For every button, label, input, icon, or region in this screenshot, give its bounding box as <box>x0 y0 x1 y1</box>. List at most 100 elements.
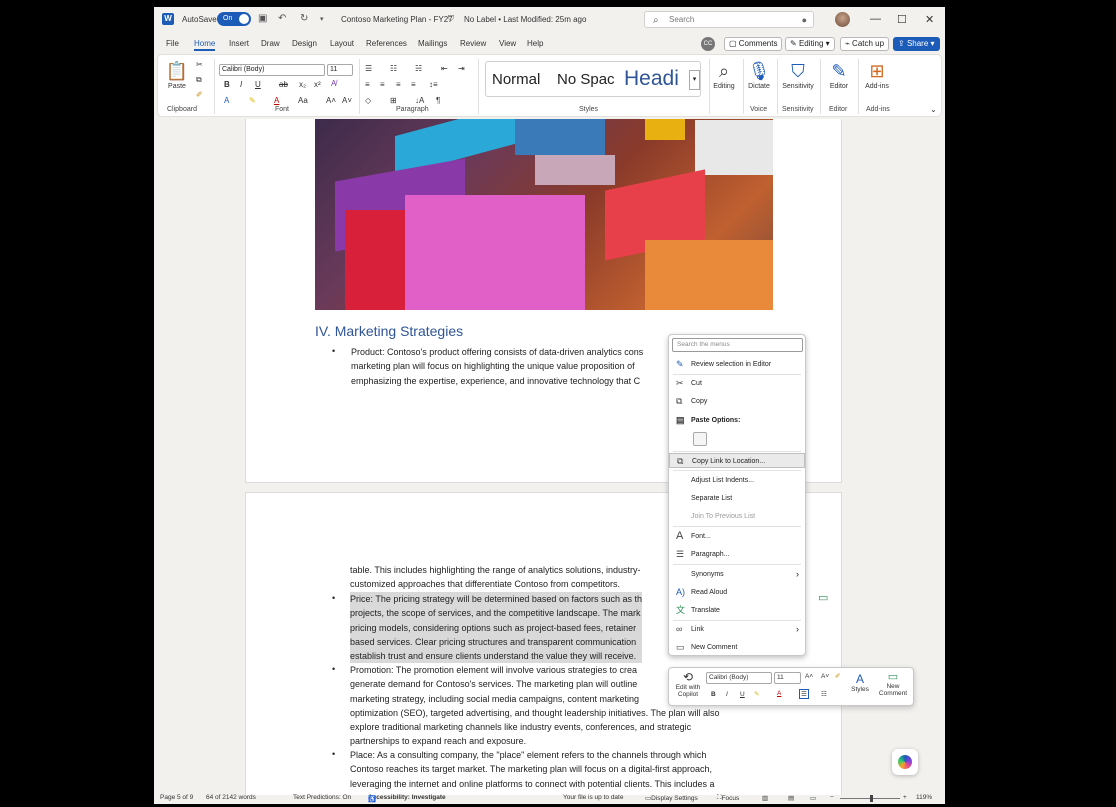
paragraph-place[interactable]: Place: As a consulting company, the "pla… <box>350 748 715 791</box>
menu-copy-link[interactable]: ⧉ Copy Link to Location... <box>669 453 805 468</box>
sensitivity-button[interactable]: ⛉ Sensitivity <box>779 61 817 90</box>
font-color-icon[interactable]: A <box>777 690 781 697</box>
customize-qat-icon[interactable]: ▾ <box>320 15 324 23</box>
grow-font-icon[interactable]: A˄ <box>326 96 336 105</box>
align-right-icon[interactable]: ≡ <box>396 80 401 89</box>
shrink-font-icon[interactable]: A˅ <box>342 96 352 105</box>
tab-home[interactable]: Home <box>194 39 216 51</box>
zoom-level[interactable]: 119% <box>916 794 932 801</box>
change-case-icon[interactable]: Aa <box>298 96 308 105</box>
shading-icon[interactable]: ◇ <box>365 96 371 105</box>
paragraph-price-selected[interactable]: Price: The pricing strategy will be dete… <box>350 592 642 664</box>
numbering-icon[interactable]: ☷ <box>821 690 827 698</box>
zoom-in-icon[interactable]: + <box>903 794 907 801</box>
document-title[interactable]: Contoso Marketing Plan - FY27 <box>341 15 453 24</box>
copilot-icon[interactable]: CC <box>701 37 715 51</box>
menu-separate-list[interactable]: Separate List <box>669 491 805 506</box>
menu-new-comment[interactable]: ▭ New Comment <box>669 640 805 655</box>
highlight-icon[interactable]: ✎ <box>249 96 256 105</box>
multilevel-list-icon[interactable]: ☵ <box>415 64 422 73</box>
italic-icon[interactable]: I <box>726 691 728 698</box>
font-color-icon[interactable]: A <box>274 96 279 105</box>
menu-link[interactable]: ∞ Link › <box>669 622 805 637</box>
highlight-icon[interactable]: ✎ <box>754 690 759 698</box>
tab-mailings[interactable]: Mailings <box>418 39 447 48</box>
tab-references[interactable]: References <box>366 39 407 48</box>
show-marks-icon[interactable]: ¶ <box>436 96 440 105</box>
subscript-icon[interactable]: x₂ <box>299 80 306 89</box>
comments-button[interactable]: ▢ Comments <box>724 37 783 51</box>
mini-font-name-combo[interactable]: Calibri (Body) <box>706 672 772 684</box>
catch-up-button[interactable]: ⌁ Catch up <box>840 37 890 51</box>
print-layout-icon[interactable]: ▤ <box>788 794 794 802</box>
paragraph-promotion[interactable]: Promotion: The promotion element will in… <box>350 663 720 749</box>
editing-mode-button[interactable]: ✎ Editing ▾ <box>785 37 835 51</box>
style-normal[interactable]: Normal <box>492 71 540 88</box>
menu-font[interactable]: A Font... <box>669 529 805 544</box>
text-effects-icon[interactable]: A <box>224 96 229 105</box>
line-spacing-icon[interactable]: ↕≡ <box>429 80 438 89</box>
italic-icon[interactable]: I <box>240 80 242 89</box>
strikethrough-icon[interactable]: ab <box>279 80 288 89</box>
zoom-slider-handle[interactable] <box>870 795 873 802</box>
save-icon[interactable]: ▣ <box>258 13 267 24</box>
decrease-indent-icon[interactable]: ⇤ <box>441 64 448 73</box>
editor-button[interactable]: ✎ Editor <box>824 61 854 90</box>
microphone-icon[interactable]: ● <box>802 13 807 28</box>
read-mode-icon[interactable]: ▥ <box>762 794 768 802</box>
menu-synonyms[interactable]: Synonyms › <box>669 567 805 582</box>
avatar[interactable] <box>835 12 850 27</box>
paste-button[interactable]: 📋 Paste <box>165 61 189 90</box>
collapse-ribbon-icon[interactable]: ⌄ <box>930 105 937 114</box>
style-heading[interactable]: Headi <box>624 67 679 91</box>
section-heading[interactable]: IV. Marketing Strategies <box>315 323 463 339</box>
maximize-icon[interactable]: ☐ <box>897 13 907 26</box>
add-comment-icon[interactable]: ▭ <box>818 591 828 604</box>
shrink-font-icon[interactable]: A˅ <box>821 673 829 680</box>
bullets-icon[interactable]: ☰ <box>799 689 809 699</box>
menu-cut[interactable]: ✂ Cut <box>669 376 805 391</box>
tab-file[interactable]: File <box>166 39 179 48</box>
web-layout-icon[interactable]: ▭ <box>810 794 816 802</box>
edit-with-copilot-button[interactable]: ⟲ Edit with Copilot <box>672 670 704 698</box>
font-size-combo[interactable]: 11 <box>327 64 353 76</box>
autosave-toggle[interactable]: On <box>217 12 251 26</box>
minimize-icon[interactable]: — <box>870 13 881 25</box>
dictate-button[interactable]: 🎙 Dictate <box>745 61 773 90</box>
add-ins-button[interactable]: ⊞ Add-ins <box>861 61 893 90</box>
menu-copy[interactable]: ⧉ Copy <box>669 394 805 409</box>
increase-indent-icon[interactable]: ⇥ <box>458 64 465 73</box>
close-icon[interactable]: ✕ <box>925 13 934 26</box>
format-painter-icon[interactable]: ✐ <box>835 672 840 680</box>
bold-icon[interactable]: B <box>224 80 230 89</box>
bold-icon[interactable]: B <box>711 691 716 698</box>
sort-icon[interactable]: ↓A <box>415 96 424 105</box>
new-comment-button[interactable]: ▭ New Comment <box>875 670 911 697</box>
label-info[interactable]: No Label • Last Modified: 25m ago <box>464 15 586 24</box>
styles-button[interactable]: A Styles <box>848 672 872 693</box>
menu-paragraph[interactable]: ☰ Paragraph... <box>669 547 805 562</box>
word-count[interactable]: 64 of 2142 words <box>206 794 256 801</box>
grow-font-icon[interactable]: A˄ <box>805 673 813 680</box>
font-name-combo[interactable]: Calibri (Body) <box>219 64 325 76</box>
tab-review[interactable]: Review <box>460 39 486 48</box>
borders-icon[interactable]: ⊞ <box>390 96 397 105</box>
focus-mode[interactable]: ⛶ Focus <box>717 794 739 802</box>
paste-keep-text-icon[interactable] <box>693 432 707 446</box>
accessibility-status[interactable]: ♿ Accessibility: Investigate <box>368 794 446 803</box>
format-painter-icon[interactable]: ✐ <box>196 90 203 99</box>
paragraph-product[interactable]: Product: Contoso's product offering cons… <box>351 345 643 388</box>
editing-button[interactable]: ⌕ Editing <box>711 61 737 90</box>
search-input[interactable]: ⌕ Search ● <box>644 11 814 28</box>
tab-help[interactable]: Help <box>527 39 543 48</box>
menu-search-input[interactable]: Search the menus <box>672 338 803 352</box>
tab-view[interactable]: View <box>499 39 516 48</box>
tab-design[interactable]: Design <box>292 39 317 48</box>
tab-insert[interactable]: Insert <box>229 39 249 48</box>
tab-layout[interactable]: Layout <box>330 39 354 48</box>
styles-more-icon[interactable]: ▾ <box>689 70 700 90</box>
copilot-button[interactable] <box>892 749 918 775</box>
share-button[interactable]: ⇪ Share ▾ <box>893 37 940 51</box>
mini-font-size-combo[interactable]: 11 <box>774 672 801 684</box>
cut-icon[interactable]: ✂ <box>196 60 203 69</box>
